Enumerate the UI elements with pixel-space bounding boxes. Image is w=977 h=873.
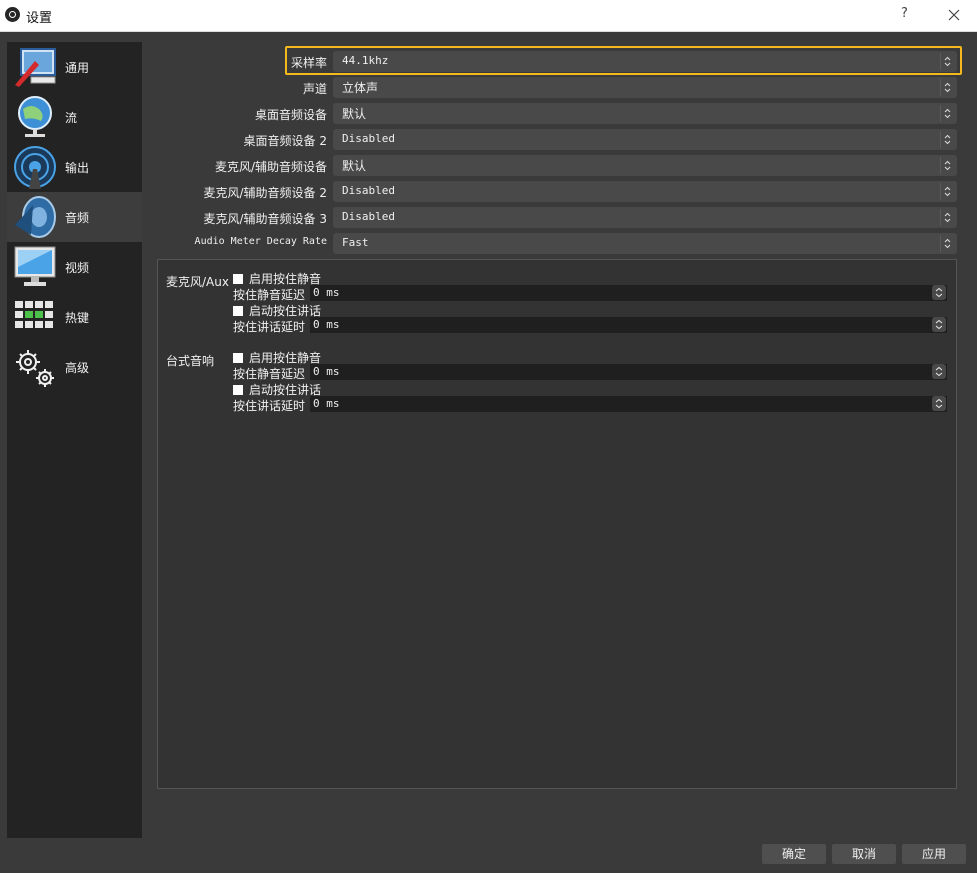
mic-device-2-select[interactable]: Disabled bbox=[333, 181, 957, 202]
sidebar-item-advanced[interactable]: 高级 bbox=[7, 342, 142, 392]
ok-button[interactable]: 确定 bbox=[762, 844, 826, 864]
push-to-mute-delay-label: 按住静音延迟 bbox=[233, 367, 306, 381]
video-icon bbox=[14, 246, 56, 286]
sample-rate-select[interactable]: 44.1khz bbox=[333, 51, 957, 72]
sidebar-item-label: 输出 bbox=[65, 161, 90, 175]
updown-arrows-icon bbox=[940, 53, 954, 70]
device-label-desktop-speakers: 台式音响 bbox=[166, 354, 215, 368]
sidebar-item-output[interactable]: 输出 bbox=[7, 142, 142, 192]
mic-device-2-label: 麦克风/辅助音频设备 2 bbox=[203, 186, 328, 200]
spin-arrows-icon[interactable] bbox=[932, 364, 946, 379]
sidebar-item-audio[interactable]: 音频 bbox=[7, 192, 142, 242]
push-to-mute-checkbox[interactable]: 启用按住静音 bbox=[233, 349, 321, 366]
mic-device-select[interactable]: 默认 bbox=[333, 155, 957, 176]
sidebar-item-label: 通用 bbox=[65, 61, 90, 75]
sidebar-item-label: 音频 bbox=[65, 211, 90, 225]
apply-button[interactable]: 应用 bbox=[902, 844, 966, 864]
sample-rate-label: 采样率 bbox=[290, 56, 327, 70]
sidebar-item-video[interactable]: 视频 bbox=[7, 242, 142, 292]
push-to-mute-delay-label: 按住静音延迟 bbox=[233, 288, 306, 302]
sample-rate-value: 44.1khz bbox=[342, 54, 389, 67]
desktop-device-label: 桌面音频设备 bbox=[254, 108, 327, 122]
meter-decay-select[interactable]: Fast bbox=[333, 233, 957, 254]
spin-arrows-icon[interactable] bbox=[932, 396, 946, 411]
spin-arrows-icon[interactable] bbox=[932, 285, 946, 300]
mic-device-3-value: Disabled bbox=[342, 210, 395, 223]
push-to-talk-checkbox[interactable]: 启动按住讲话 bbox=[233, 302, 321, 319]
push-to-mute-delay-spinbox[interactable]: 0 ms bbox=[310, 364, 947, 380]
close-button[interactable] bbox=[942, 3, 966, 27]
desktop-device-2-value: Disabled bbox=[342, 132, 395, 145]
updown-arrows-icon bbox=[940, 183, 954, 200]
channels-label: 声道 bbox=[302, 82, 327, 96]
stream-icon bbox=[18, 96, 52, 137]
general-icon bbox=[15, 48, 56, 87]
audio-hotkeys-group bbox=[157, 259, 957, 789]
mic-device-3-select[interactable]: Disabled bbox=[333, 207, 957, 228]
sidebar-item-label: 流 bbox=[65, 111, 78, 125]
push-to-mute-checkbox[interactable]: 启用按住静音 bbox=[233, 270, 321, 287]
updown-arrows-icon bbox=[940, 235, 954, 252]
sidebar-item-general[interactable]: 通用 bbox=[7, 42, 142, 92]
window-title: 设置 bbox=[26, 11, 53, 26]
obs-logo-icon bbox=[5, 7, 20, 22]
desktop-device-2-label: 桌面音频设备 2 bbox=[243, 134, 327, 148]
sidebar-item-label: 高级 bbox=[65, 361, 90, 375]
channels-select[interactable]: 立体声 bbox=[333, 77, 957, 98]
push-to-mute-delay-spinbox[interactable]: 0 ms bbox=[310, 285, 947, 301]
meter-decay-value: Fast bbox=[342, 236, 369, 249]
push-to-talk-checkbox[interactable]: 启动按住讲话 bbox=[233, 381, 321, 398]
updown-arrows-icon bbox=[940, 105, 954, 122]
mic-device-2-value: Disabled bbox=[342, 184, 395, 197]
audio-icon bbox=[15, 196, 56, 238]
meter-decay-label: Audio Meter Decay Rate bbox=[194, 236, 327, 247]
push-to-talk-delay-label: 按住讲话延时 bbox=[233, 320, 306, 334]
output-icon bbox=[14, 146, 56, 189]
push-to-talk-delay-spinbox[interactable]: 0 ms bbox=[310, 396, 947, 412]
cancel-button[interactable]: 取消 bbox=[832, 844, 896, 864]
advanced-icon bbox=[16, 350, 54, 387]
close-icon bbox=[948, 9, 960, 21]
mic-device-label: 麦克风/辅助音频设备 bbox=[214, 160, 327, 174]
device-label-mic-aux: 麦克风/Aux bbox=[166, 275, 229, 289]
title-bar: 设置 ? bbox=[0, 0, 977, 32]
updown-arrows-icon bbox=[940, 157, 954, 174]
help-button[interactable]: ? bbox=[901, 6, 908, 21]
sidebar-item-label: 视频 bbox=[65, 261, 90, 275]
desktop-device-value: 默认 bbox=[342, 107, 367, 121]
mic-device-3-label: 麦克风/辅助音频设备 3 bbox=[203, 212, 328, 226]
settings-sidebar: 通用 流 输出 音频 视频 热键 高级 bbox=[7, 42, 142, 838]
push-to-talk-delay-spinbox[interactable]: 0 ms bbox=[310, 317, 947, 333]
channels-value: 立体声 bbox=[342, 81, 379, 95]
push-to-talk-delay-label: 按住讲话延时 bbox=[233, 399, 306, 413]
sidebar-item-stream[interactable]: 流 bbox=[7, 92, 142, 142]
desktop-device-2-select[interactable]: Disabled bbox=[333, 129, 957, 150]
spin-arrows-icon[interactable] bbox=[932, 317, 946, 332]
hotkeys-icon bbox=[15, 301, 53, 328]
desktop-device-select[interactable]: 默认 bbox=[333, 103, 957, 124]
sidebar-item-hotkeys[interactable]: 热键 bbox=[7, 292, 142, 342]
sidebar-item-label: 热键 bbox=[65, 311, 90, 325]
updown-arrows-icon bbox=[940, 79, 954, 96]
updown-arrows-icon bbox=[940, 209, 954, 226]
updown-arrows-icon bbox=[940, 131, 954, 148]
mic-device-value: 默认 bbox=[342, 159, 367, 173]
